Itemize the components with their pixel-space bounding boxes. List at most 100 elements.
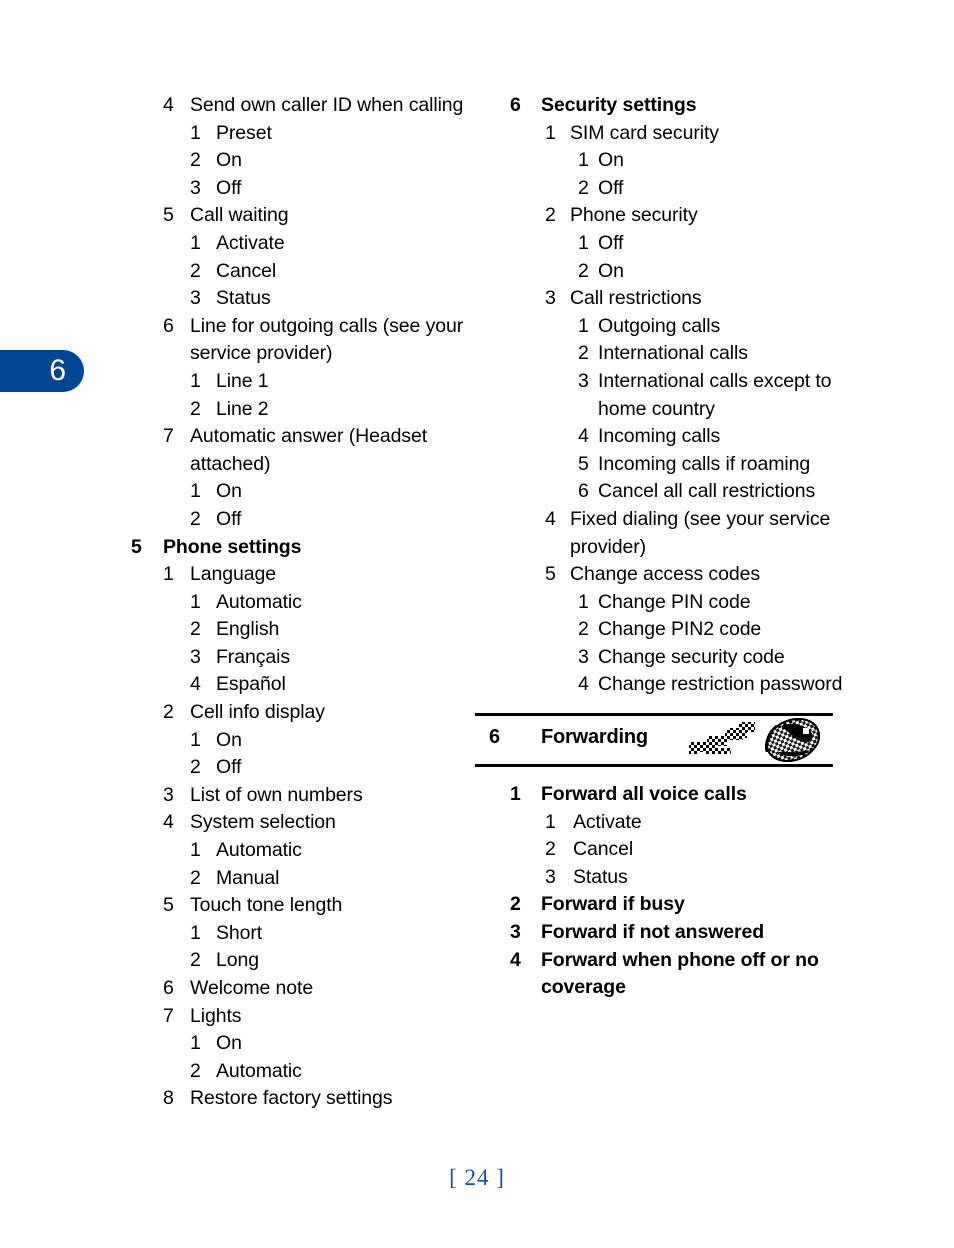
outline-item-number: 4 <box>578 425 589 448</box>
forwarding-section-title: Forwarding <box>541 726 648 749</box>
outline-item-label: Français <box>216 645 290 668</box>
outline-item-row: 2 Phone security <box>473 202 843 230</box>
outline-item-label: Incoming calls if roaming <box>598 452 811 475</box>
outline-item-label: Status <box>573 865 628 888</box>
outline-item-label: Forward if busy <box>541 893 685 916</box>
outline-item-row: 6 Welcome note <box>124 975 464 1003</box>
outline-item-number: 3 <box>578 369 589 392</box>
outline-item-number: 1 <box>190 121 201 144</box>
outline-item-number: 3 <box>510 921 521 944</box>
outline-item-label: Restore factory settings <box>190 1087 393 1110</box>
outline-item-label: Change restriction password <box>598 673 843 696</box>
outline-item-label: Forward when phone off or no coverage <box>541 948 819 999</box>
outline-item-label: Long <box>216 949 259 972</box>
outline-item-number: 1 <box>163 563 174 586</box>
outline-item-label: Automatic <box>216 590 302 613</box>
chapter-tab: 6 <box>0 350 84 392</box>
outline-item-number: 3 <box>190 645 201 668</box>
outline-item-row: 7 Automatic answer (Headset attached) <box>124 423 464 478</box>
forwarding-section-number: 6 <box>489 726 501 749</box>
outline-item-row: 2 Manual <box>124 865 464 893</box>
outline-item-row: 1 Line 1 <box>124 368 464 396</box>
outline-item-label: Change PIN2 code <box>598 618 762 641</box>
outline-item-row: 2 English <box>124 616 464 644</box>
outline-item-row: 4 Fixed dialing (see your service provide… <box>473 506 843 561</box>
outline-item-number: 2 <box>578 618 589 641</box>
outline-item-label: English <box>216 618 280 641</box>
outline-item-row: 3 Forward if not answered <box>473 919 843 947</box>
outline-item-label: Welcome note <box>190 977 314 999</box>
outline-item-label: Call restrictions <box>570 287 702 310</box>
outline-item-label: Phone security <box>570 204 698 227</box>
outline-item-number: 2 <box>190 1059 201 1082</box>
outline-item-row: 3 Off <box>124 175 464 203</box>
outline-item-label: Cancel all call restrictions <box>598 480 816 503</box>
outline-item-number: 2 <box>190 149 201 172</box>
outline-item-label: Off <box>216 176 242 199</box>
outline-item-row: 2 On <box>124 147 464 175</box>
outline-item-row: 2 Long <box>124 947 464 975</box>
outline-item-number: 1 <box>190 1032 201 1055</box>
outline-item-label: On <box>216 480 242 503</box>
outline-item-row: 5 Incoming calls if roaming <box>473 451 843 479</box>
outline-item-number: 4 <box>163 94 174 116</box>
outline-item-row: 1 Language <box>124 561 464 589</box>
outline-item-number: 2 <box>578 259 589 282</box>
outline-item-number: 2 <box>190 397 201 420</box>
left-column: 4 Send own caller ID when calling 1 Preset 2… <box>124 92 464 1113</box>
outline-item-row: 1 On <box>124 478 464 506</box>
outline-item-number: 2 <box>190 618 201 641</box>
outline-item-row: 5 Touch tone length <box>124 892 464 920</box>
outline-item-number: 1 <box>510 783 521 806</box>
outline-item-row: 2 Cell info display <box>124 699 464 727</box>
outline-item-row: 3 Change security code <box>473 644 843 672</box>
outline-item-row: 5 Call waiting <box>124 202 464 230</box>
outline-item-number: 1 <box>578 314 589 337</box>
outline-item-label: International calls except to home count… <box>598 369 832 420</box>
outline-item-number: 6 <box>163 977 174 999</box>
outline-item-label: Fixed dialing (see your service provider… <box>570 507 831 558</box>
outline-item-label: Activate <box>573 810 642 833</box>
outline-item-number: 2 <box>545 204 556 227</box>
outline-item-number: 1 <box>190 369 201 392</box>
outline-item-number: 2 <box>578 176 589 199</box>
outline-item-label: Security settings <box>541 94 697 116</box>
outline-item-label: List of own numbers <box>190 783 363 806</box>
outline-item-row: 2 International calls <box>473 340 843 368</box>
outline-item-number: 5 <box>163 894 174 917</box>
outline-item-number: 1 <box>545 810 556 833</box>
outline-item-label: Automatic <box>216 839 302 862</box>
outline-item-number: 1 <box>578 149 589 172</box>
outline-item-row: 2 Off <box>473 175 843 203</box>
outline-item-number: 7 <box>163 1004 174 1027</box>
outline-item-number: 6 <box>163 314 174 337</box>
outline-item-row: 3 List of own numbers <box>124 782 464 810</box>
outline-item-row: 4 Forward when phone off or no coverage <box>473 947 843 1002</box>
outline-item-number: 4 <box>510 948 521 971</box>
outline-item-number: 6 <box>510 94 521 116</box>
outline-item-row: 2 Change PIN2 code <box>473 616 843 644</box>
outline-item-row: 4 Change restriction password <box>473 671 843 699</box>
outline-item-number: 2 <box>190 949 201 972</box>
outline-item-row: 1 Automatic <box>124 589 464 617</box>
outline-item-number: 5 <box>163 204 174 227</box>
call-forwarding-globe-icon <box>685 717 833 763</box>
outline-item-label: Forward all voice calls <box>541 783 747 806</box>
outline-item-label: Change PIN code <box>598 590 751 613</box>
outline-item-row: 4 Send own caller ID when calling <box>124 92 464 120</box>
outline-item-label: Cell info display <box>190 701 325 724</box>
outline-item-number: 3 <box>545 865 556 888</box>
outline-item-number: 1 <box>190 921 201 944</box>
outline-item-number: 1 <box>190 590 201 613</box>
outline-item-number: 3 <box>545 287 556 310</box>
outline-item-label: Manual <box>216 866 280 889</box>
outline-item-label: Off <box>598 231 624 254</box>
outline-item-label: Change access codes <box>570 563 760 586</box>
outline-item-number: 1 <box>190 839 201 862</box>
outline-item-label: On <box>598 259 624 282</box>
outline-item-row: 3 International calls except to home coun… <box>473 368 843 423</box>
outline-item-number: 2 <box>190 507 201 530</box>
outline-item-label: Line 1 <box>216 369 269 392</box>
outline-item-row: 2 On <box>473 258 843 286</box>
outline-item-number: 2 <box>190 259 201 282</box>
